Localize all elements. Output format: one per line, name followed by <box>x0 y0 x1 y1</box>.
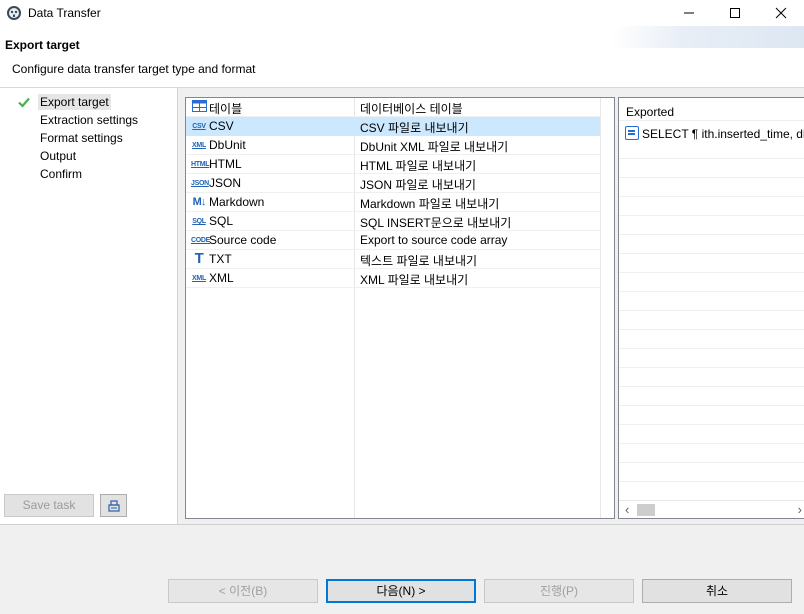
table-row[interactable]: JSON JSON JSON 파일로 내보내기 <box>186 174 600 193</box>
column-header-table: 테이블 <box>209 102 243 116</box>
format-name: JSON <box>209 176 242 190</box>
csv-icon: CSV <box>192 123 206 130</box>
task-config-button[interactable] <box>100 494 127 517</box>
close-icon <box>775 7 787 19</box>
maximize-icon <box>730 8 740 18</box>
scroll-thumb[interactable] <box>637 504 655 516</box>
table-row[interactable]: HTML HTML HTML 파일로 내보내기 <box>186 155 600 174</box>
nav-item-output[interactable]: Output <box>38 148 78 164</box>
minimize-button[interactable] <box>666 0 712 26</box>
format-name: Markdown <box>209 195 265 209</box>
format-description: Markdown 파일로 내보내기 <box>360 197 500 211</box>
proceed-button[interactable]: 진행(P) <box>484 579 634 603</box>
format-description: SQL INSERT문으로 내보내기 <box>360 216 512 230</box>
table-row[interactable]: CODE Source code Export to source code a… <box>186 231 600 250</box>
check-icon <box>18 97 30 108</box>
maximize-button[interactable] <box>712 0 758 26</box>
scroll-right-icon[interactable]: › <box>798 502 802 517</box>
format-description: DbUnit XML 파일로 내보내기 <box>360 140 509 154</box>
page-description: Configure data transfer target type and … <box>12 62 256 76</box>
txt-icon: T <box>194 250 204 267</box>
sql-query-icon <box>625 126 639 140</box>
header-decoration <box>604 26 804 48</box>
table-row[interactable]: T TXT 텍스트 파일로 내보내기 <box>186 250 600 269</box>
row-grid <box>619 140 804 500</box>
column-header-db-table: 데이터베이스 테이블 <box>360 102 463 116</box>
page-title: Export target <box>5 38 80 52</box>
wizard-nav-panel <box>0 88 177 524</box>
cancel-button[interactable]: 취소 <box>642 579 792 603</box>
table-header-row: 테이블 데이터베이스 테이블 <box>186 98 600 117</box>
format-description: CSV 파일로 내보내기 <box>360 121 469 135</box>
format-table: 테이블 데이터베이스 테이블 CSV CSV CSV 파일로 내보내기 XML … <box>185 97 615 519</box>
json-icon: JSON <box>191 180 209 187</box>
nav-item-format-settings[interactable]: Format settings <box>38 130 125 146</box>
table-row[interactable]: XML XML XML 파일로 내보내기 <box>186 269 600 288</box>
header-divider <box>619 120 804 121</box>
task-config-icon <box>108 500 120 512</box>
table-row[interactable]: XML DbUnit DbUnit XML 파일로 내보내기 <box>186 136 600 155</box>
format-name: XML <box>209 271 234 285</box>
exported-item[interactable]: SELECT ¶ ith.inserted_time, di <box>642 127 804 141</box>
format-name: DbUnit <box>209 138 246 152</box>
exported-header: Exported <box>626 105 675 119</box>
table-row[interactable]: SQL SQL SQL INSERT문으로 내보내기 <box>186 212 600 231</box>
table-icon <box>191 100 207 115</box>
html-icon: HTML <box>191 161 210 168</box>
format-name: TXT <box>209 252 232 266</box>
format-description: Export to source code array <box>360 233 508 247</box>
exported-panel: Exported SELECT ¶ ith.inserted_time, di … <box>618 97 804 519</box>
code-icon: CODE <box>191 237 211 244</box>
save-task-button[interactable]: Save task <box>4 494 94 517</box>
sql-icon: SQL <box>192 218 206 225</box>
table-row[interactable]: CSV CSV CSV 파일로 내보내기 <box>186 117 600 136</box>
format-description: HTML 파일로 내보내기 <box>360 159 477 173</box>
close-button[interactable] <box>758 0 804 26</box>
format-description: XML 파일로 내보내기 <box>360 273 469 287</box>
window-titlebar: Data Transfer <box>0 0 804 26</box>
dbeaver-app-icon <box>6 5 22 21</box>
xml-icon: XML <box>192 275 206 282</box>
table-row[interactable]: M↓ Markdown Markdown 파일로 내보내기 <box>186 193 600 212</box>
xml-icon: XML <box>192 142 206 149</box>
markdown-icon: M↓ <box>192 196 207 208</box>
minimize-icon <box>684 12 694 14</box>
format-description: 텍스트 파일로 내보내기 <box>360 254 478 268</box>
window-title: Data Transfer <box>28 6 101 20</box>
nav-item-export-target[interactable]: Export target <box>38 94 111 110</box>
scroll-left-icon[interactable]: ‹ <box>625 502 629 517</box>
nav-item-extraction-settings[interactable]: Extraction settings <box>38 112 140 128</box>
back-button[interactable]: < 이전(B) <box>168 579 318 603</box>
format-description: JSON 파일로 내보내기 <box>360 178 476 192</box>
format-name: HTML <box>209 157 242 171</box>
format-name: SQL <box>209 214 234 228</box>
format-name: CSV <box>209 119 234 133</box>
next-button[interactable]: 다음(N) > <box>326 579 476 603</box>
vertical-scrollbar[interactable] <box>600 98 614 518</box>
format-name: Source code <box>209 233 277 247</box>
wizard-header: Export target Configure data transfer ta… <box>0 26 804 88</box>
nav-item-confirm[interactable]: Confirm <box>38 166 84 182</box>
horizontal-scrollbar[interactable]: ‹ › <box>619 500 804 518</box>
